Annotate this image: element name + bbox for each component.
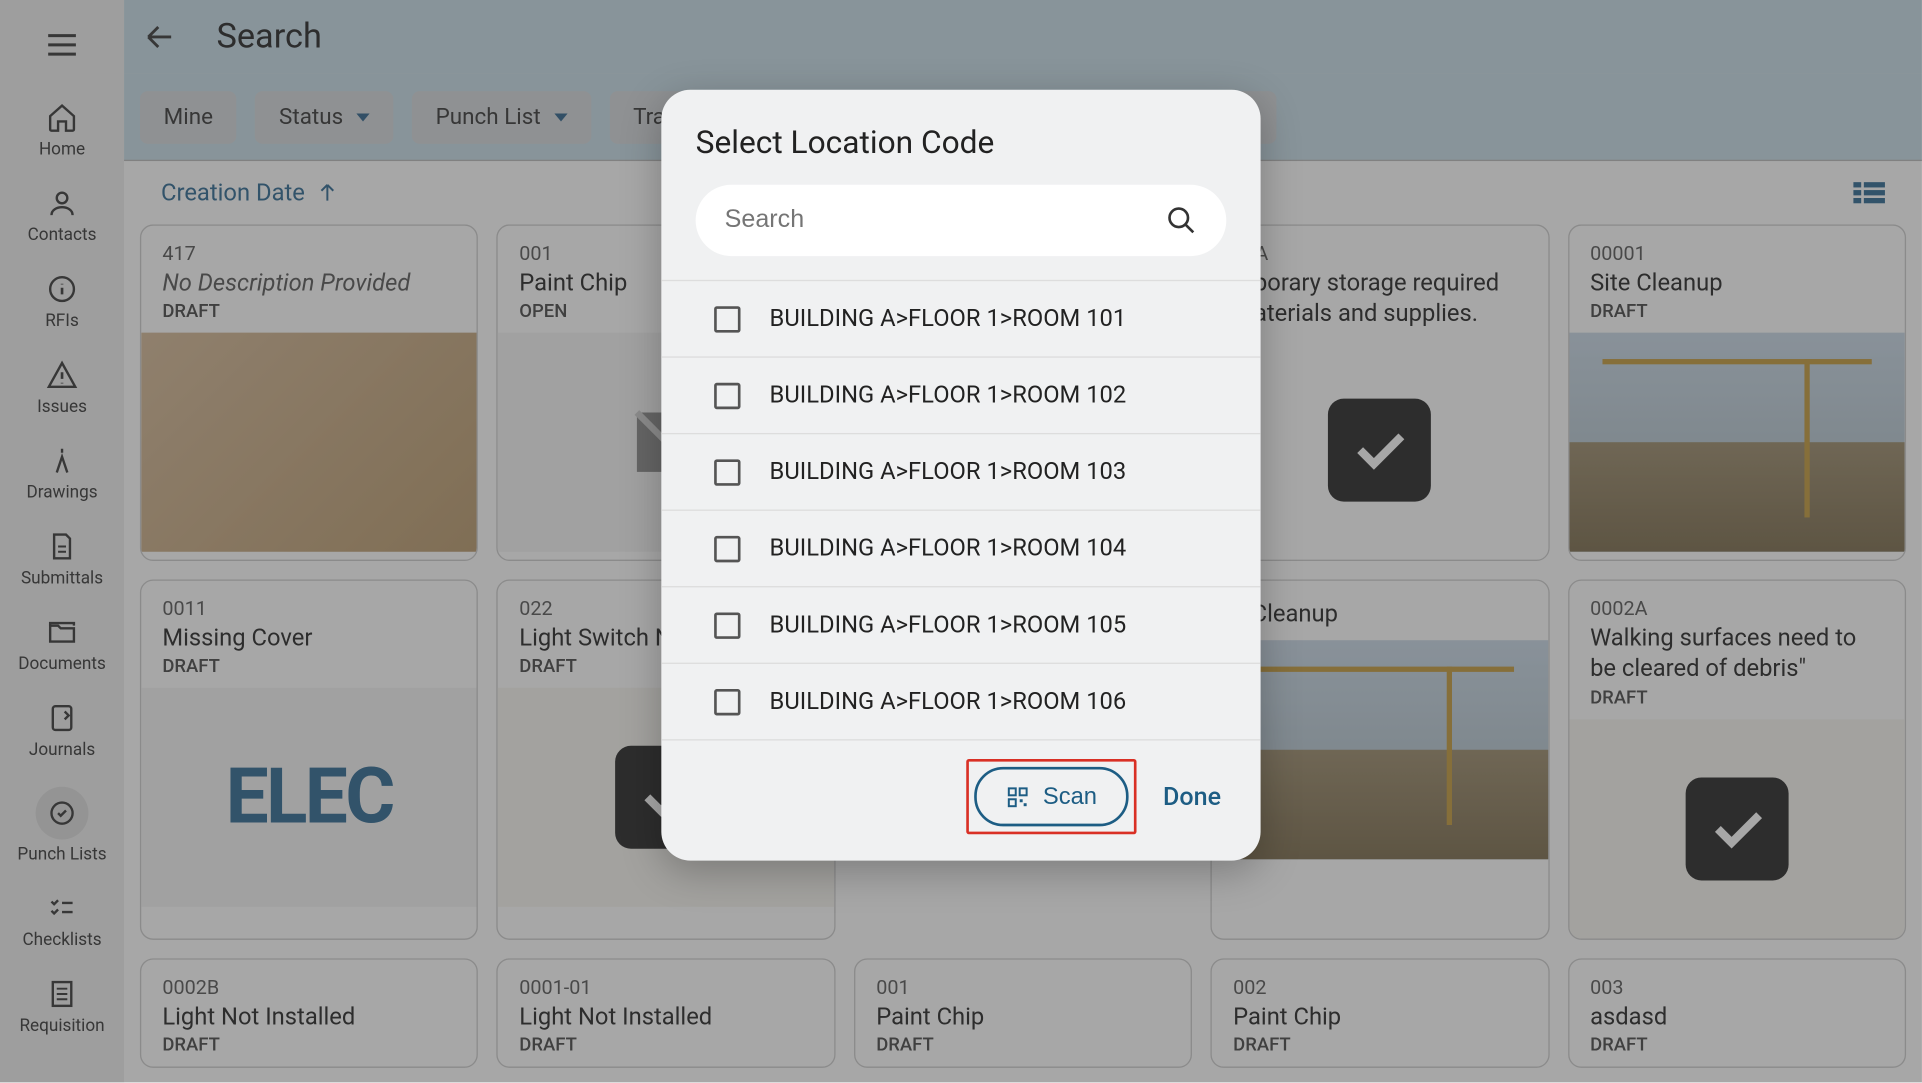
location-label: BUILDING A>FLOOR 1>ROOM 104 [770, 535, 1127, 563]
done-button[interactable]: Done [1163, 781, 1221, 811]
location-option[interactable]: BUILDING A>FLOOR 1>ROOM 106 [661, 664, 1260, 741]
location-label: BUILDING A>FLOOR 1>ROOM 101 [770, 305, 1127, 333]
checkbox[interactable] [714, 306, 740, 332]
location-label: BUILDING A>FLOOR 1>ROOM 103 [770, 458, 1127, 486]
modal-overlay[interactable]: Select Location Code BUILDING A>FLOOR 1>… [0, 0, 1922, 1082]
search-icon [1166, 205, 1198, 237]
location-label: BUILDING A>FLOOR 1>ROOM 102 [770, 381, 1127, 409]
location-list: BUILDING A>FLOOR 1>ROOM 101 BUILDING A>F… [661, 280, 1260, 741]
scan-highlight: Scan [966, 759, 1136, 834]
location-option[interactable]: BUILDING A>FLOOR 1>ROOM 104 [661, 511, 1260, 588]
scan-button[interactable]: Scan [974, 767, 1128, 826]
search-input[interactable] [725, 206, 1166, 235]
checkbox[interactable] [714, 688, 740, 714]
checkbox[interactable] [714, 459, 740, 485]
qr-icon [1006, 785, 1030, 809]
location-option[interactable]: BUILDING A>FLOOR 1>ROOM 101 [661, 280, 1260, 358]
location-option[interactable]: BUILDING A>FLOOR 1>ROOM 102 [661, 358, 1260, 435]
checkbox[interactable] [714, 535, 740, 561]
checkbox[interactable] [714, 612, 740, 638]
location-code-modal: Select Location Code BUILDING A>FLOOR 1>… [661, 90, 1260, 861]
scan-label: Scan [1043, 783, 1097, 811]
location-label: BUILDING A>FLOOR 1>ROOM 105 [770, 611, 1127, 639]
modal-title: Select Location Code [661, 124, 1260, 185]
checkbox[interactable] [714, 382, 740, 408]
location-label: BUILDING A>FLOOR 1>ROOM 106 [770, 688, 1127, 716]
location-option[interactable]: BUILDING A>FLOOR 1>ROOM 105 [661, 587, 1260, 664]
modal-footer: Scan Done [661, 741, 1260, 835]
location-option[interactable]: BUILDING A>FLOOR 1>ROOM 103 [661, 434, 1260, 511]
search-box[interactable] [696, 185, 1227, 256]
